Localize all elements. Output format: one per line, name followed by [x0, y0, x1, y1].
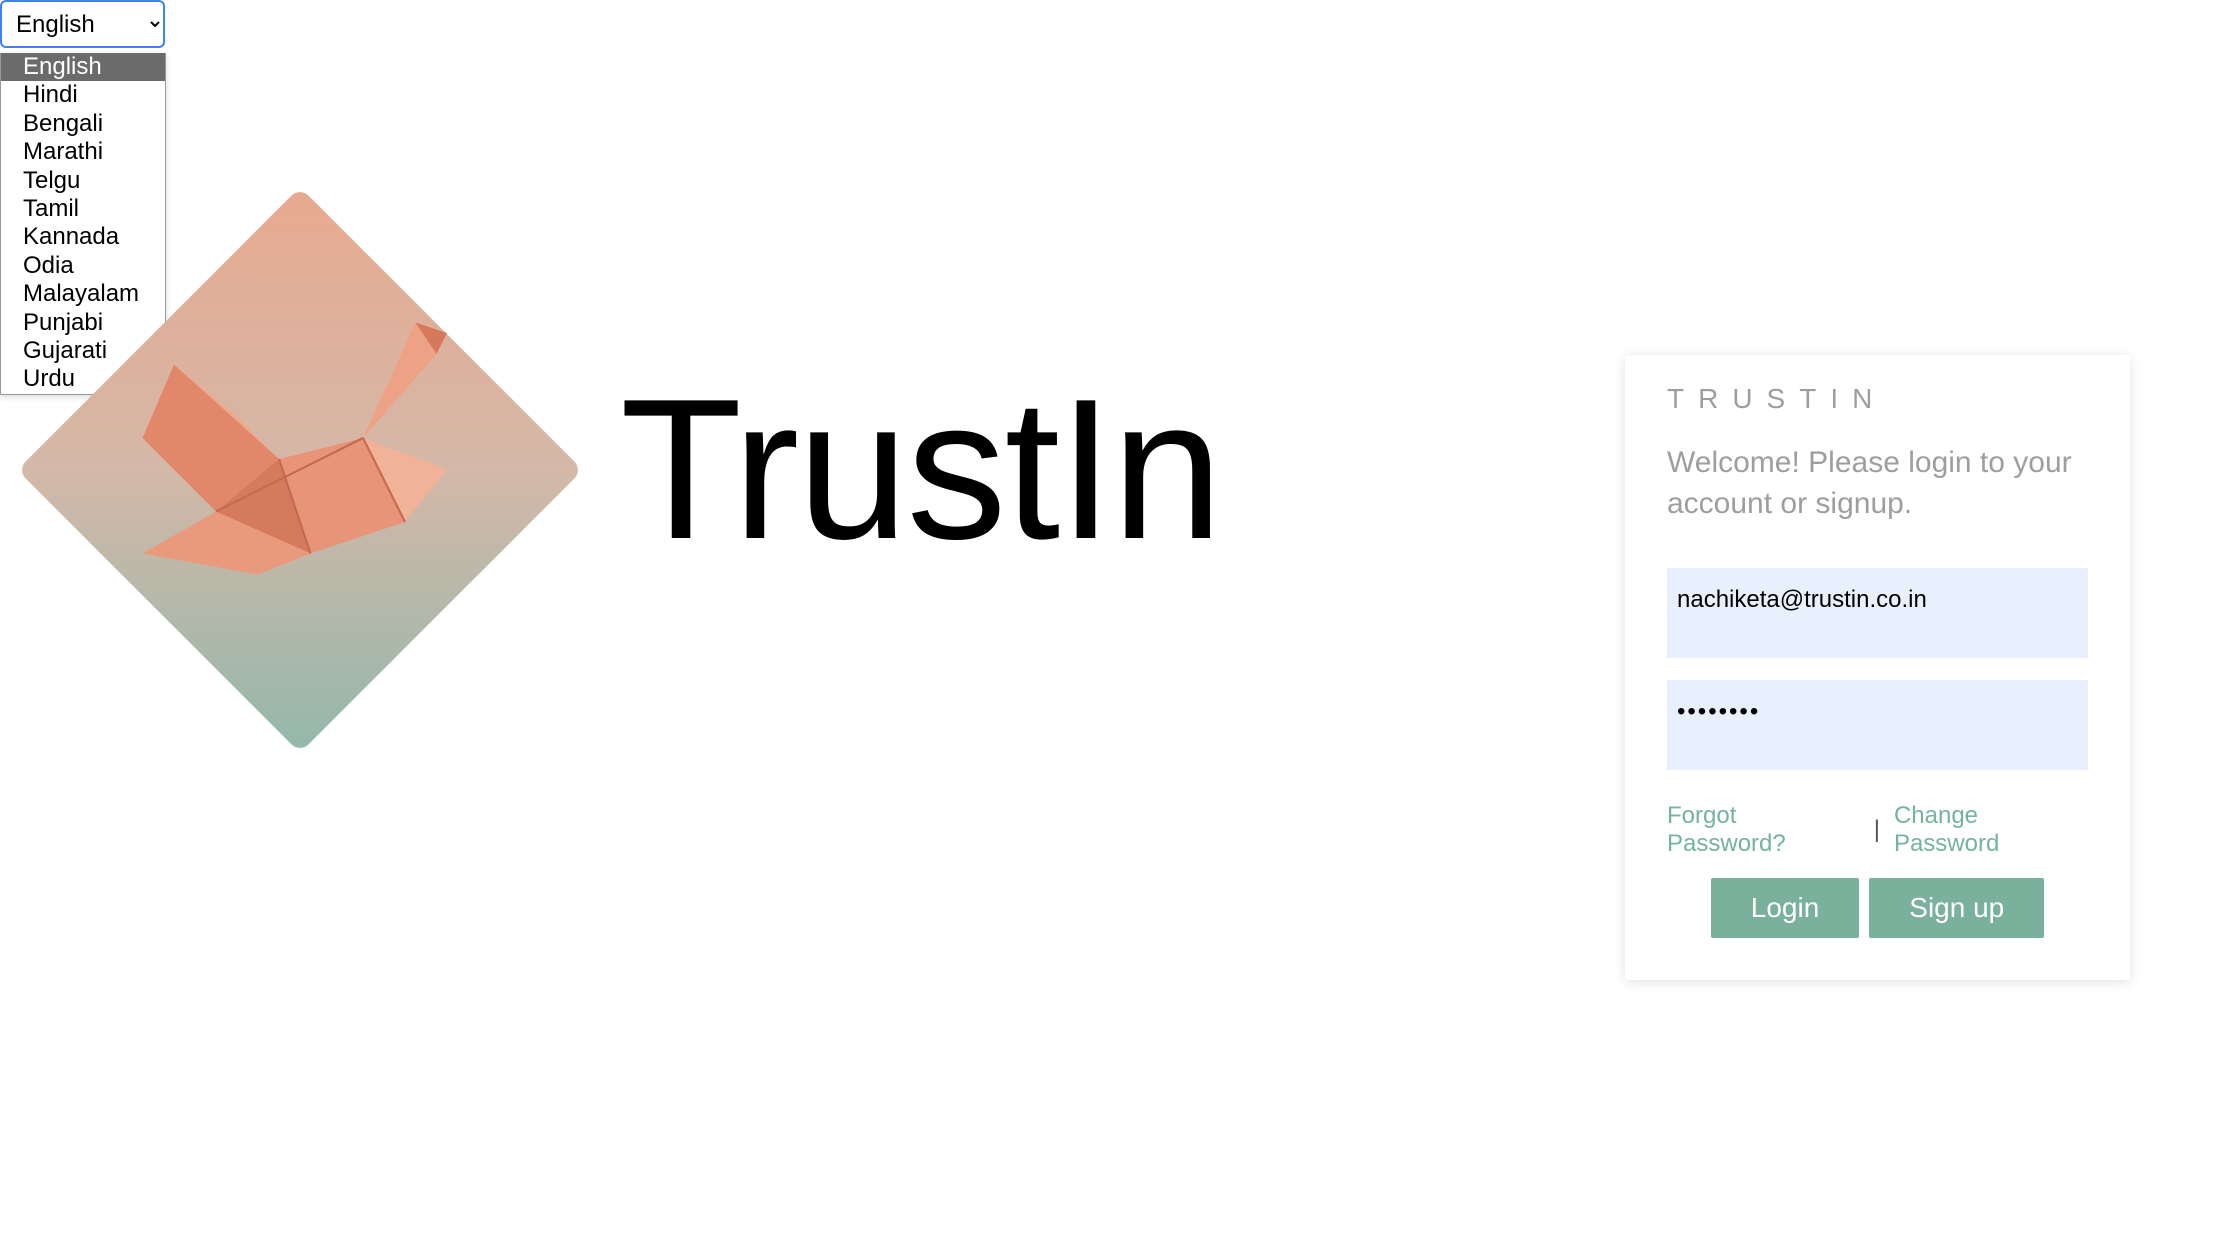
language-option-hindi[interactable]: Hindi — [1, 81, 165, 109]
logo-area: TrustIn — [0, 170, 1221, 770]
links-divider: | — [1874, 816, 1880, 844]
login-button[interactable]: Login — [1711, 878, 1860, 938]
login-card-subtitle: Welcome! Please login to your account or… — [1667, 443, 2088, 524]
change-password-link[interactable]: Change Password — [1894, 802, 2088, 858]
app-logo-icon — [0, 170, 600, 770]
password-field[interactable] — [1667, 680, 2088, 770]
login-links-row: Forgot Password? | Change Password — [1667, 802, 2088, 858]
signup-button[interactable]: Sign up — [1869, 878, 2044, 938]
login-card-title: TRUSTIN — [1667, 383, 2088, 415]
email-field[interactable] — [1667, 568, 2088, 658]
language-option-english[interactable]: English — [1, 53, 165, 81]
language-selector-wrapper: English English Hindi Bengali Marathi Te… — [0, 0, 165, 48]
login-card: TRUSTIN Welcome! Please login to your ac… — [1625, 355, 2130, 980]
brand-name: TrustIn — [620, 370, 1221, 570]
login-buttons-row: Login Sign up — [1667, 878, 2088, 938]
forgot-password-link[interactable]: Forgot Password? — [1667, 802, 1860, 858]
language-option-marathi[interactable]: Marathi — [1, 138, 165, 166]
language-option-bengali[interactable]: Bengali — [1, 110, 165, 138]
language-select[interactable]: English — [0, 0, 165, 48]
